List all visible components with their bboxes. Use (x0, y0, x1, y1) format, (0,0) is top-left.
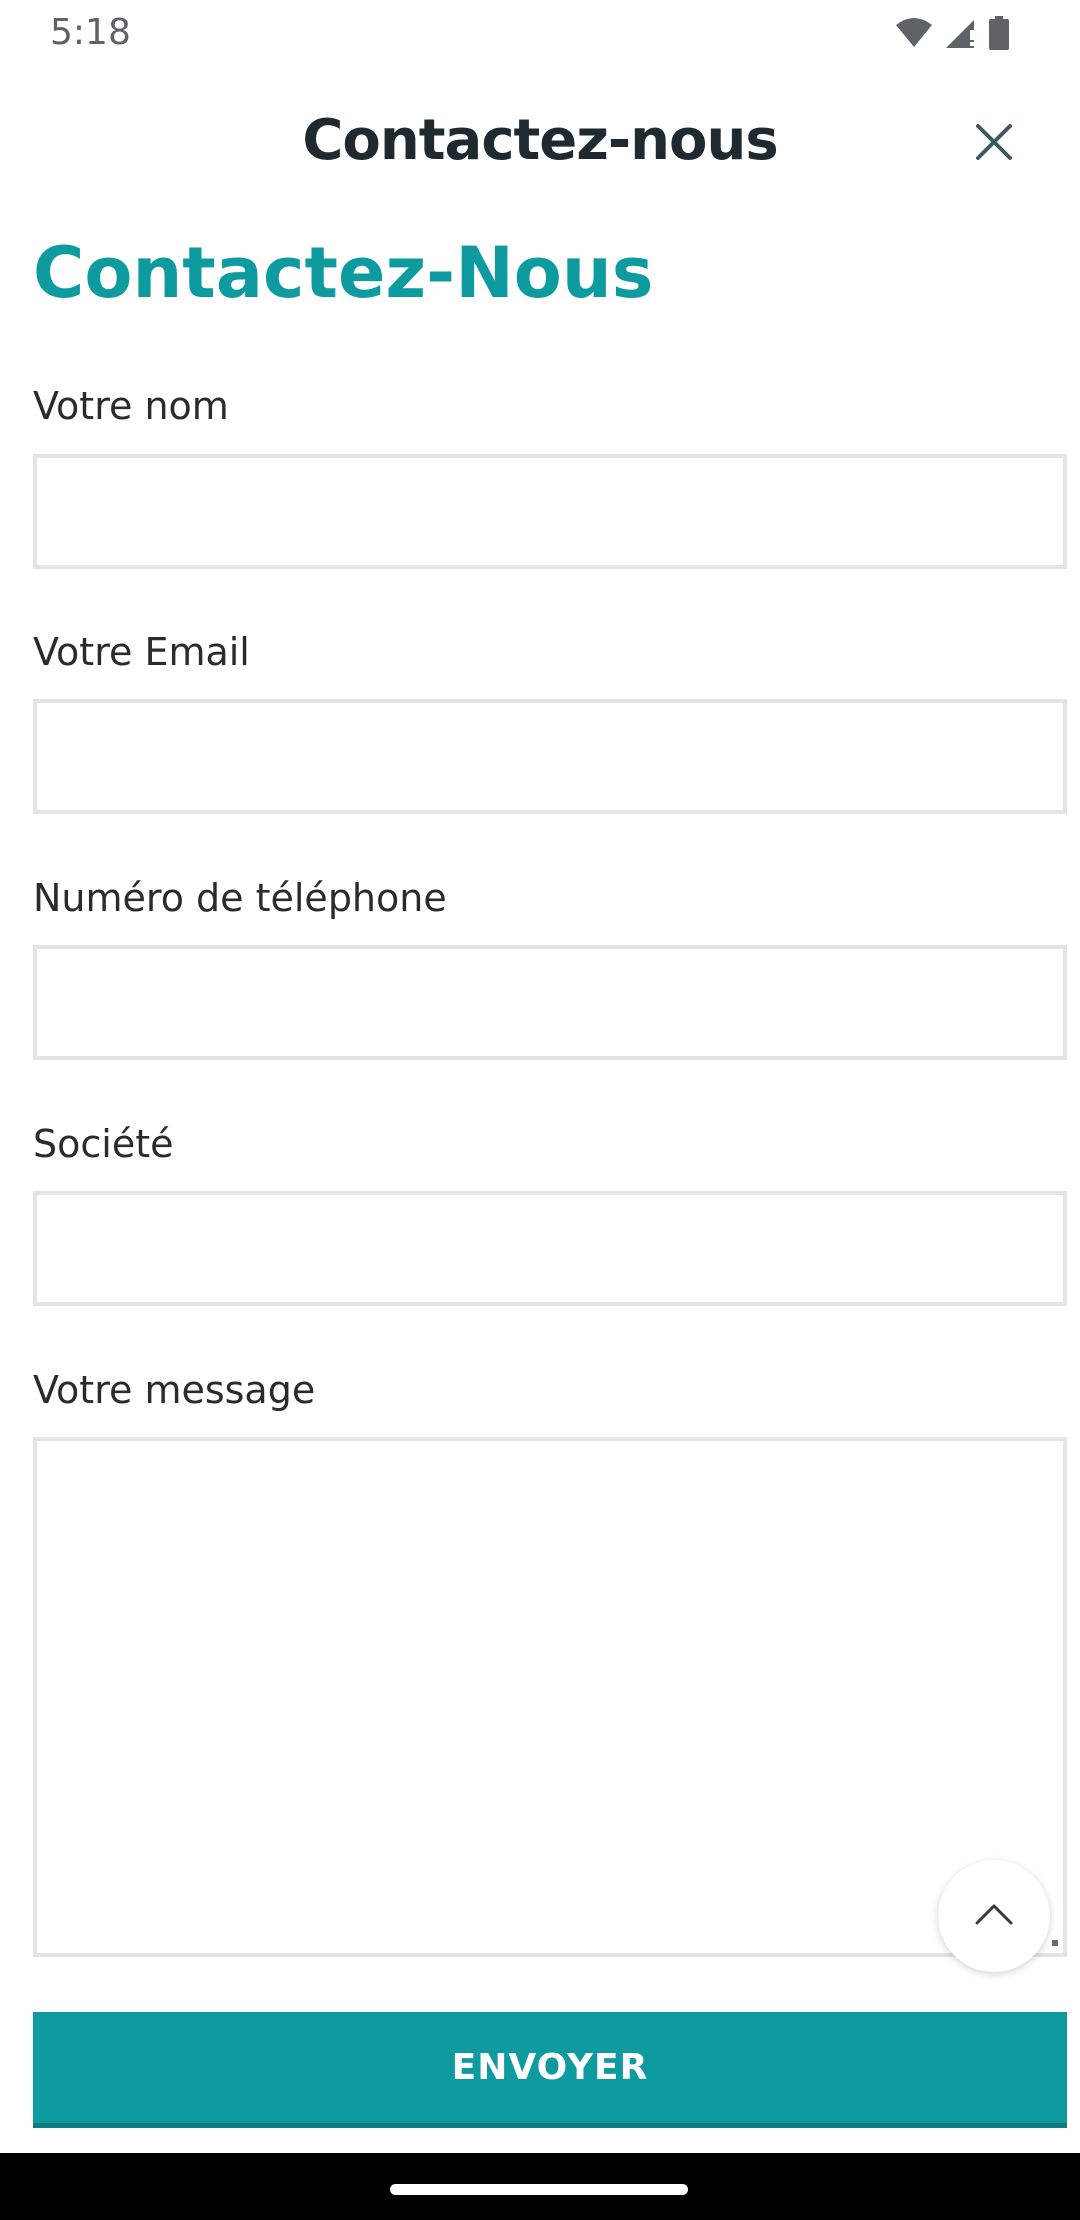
signal-icon (944, 16, 978, 55)
status-time: 5:18 (50, 12, 131, 53)
message-textarea[interactable] (33, 1437, 1067, 1957)
close-icon (975, 123, 1013, 166)
status-icons (894, 16, 1010, 55)
company-input[interactable] (33, 1191, 1067, 1306)
email-input[interactable] (33, 699, 1067, 814)
message-label: Votre message (33, 1368, 316, 1412)
submit-button[interactable]: ENVOYER (33, 2012, 1067, 2128)
textarea-resize-handle[interactable] (1052, 1940, 1058, 1946)
page-heading: Contactez-Nous (33, 232, 654, 314)
battery-icon (988, 16, 1010, 55)
name-input[interactable] (33, 454, 1067, 569)
status-bar: 5:18 (0, 0, 1080, 66)
chevron-up-icon (974, 1902, 1014, 1931)
home-indicator[interactable] (390, 2184, 688, 2195)
close-button[interactable] (966, 116, 1022, 172)
company-label: Société (33, 1122, 174, 1166)
phone-label: Numéro de téléphone (33, 876, 447, 920)
phone-input[interactable] (33, 945, 1067, 1060)
scroll-top-button[interactable] (938, 1860, 1050, 1972)
wifi-icon (894, 17, 934, 54)
contact-screen: 5:18 Contactez-nous Contactez-Nous Votre… (0, 0, 1080, 2220)
navigation-bar (0, 2153, 1080, 2220)
app-header: Contactez-nous (0, 80, 1080, 206)
email-label: Votre Email (33, 630, 250, 674)
header-title: Contactez-nous (302, 108, 778, 173)
name-label: Votre nom (33, 384, 229, 428)
